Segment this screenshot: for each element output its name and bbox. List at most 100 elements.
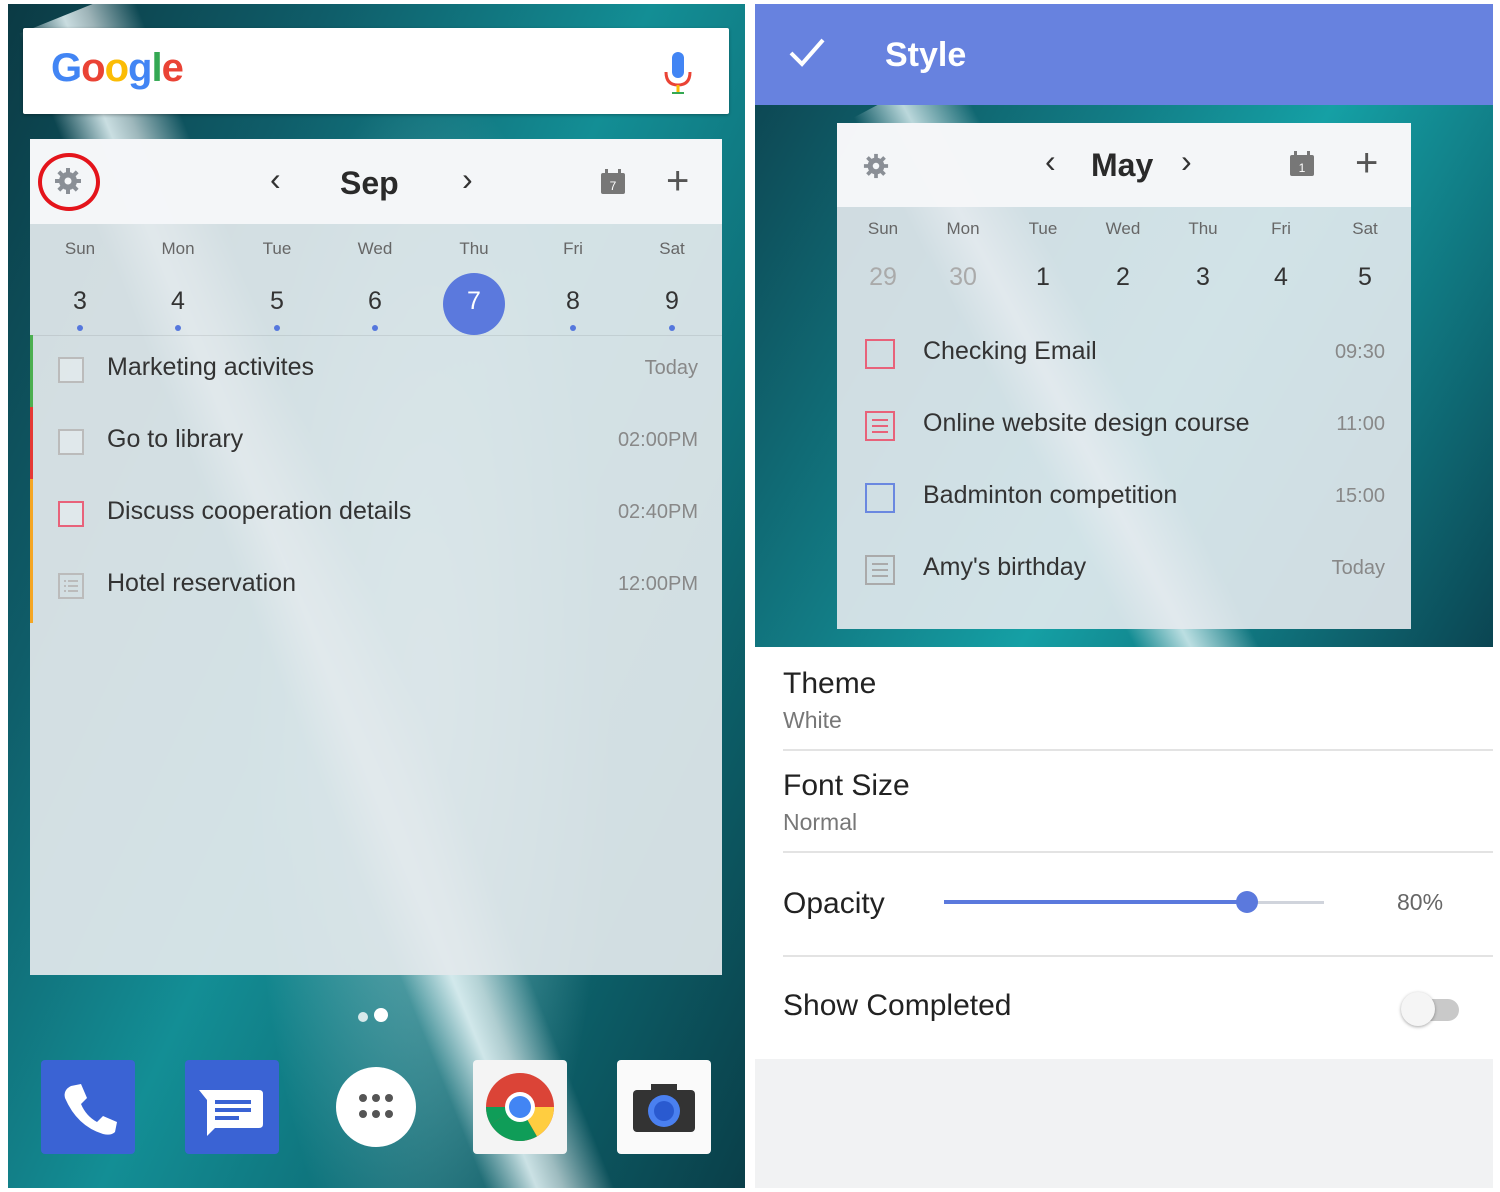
widget-header: ‹ Sep › 7 + bbox=[30, 139, 722, 224]
weekday-label: Sat bbox=[659, 239, 685, 258]
weekday-label: Sat bbox=[1352, 219, 1378, 238]
setting-label: Theme bbox=[783, 667, 877, 700]
task-name: Badminton competition bbox=[923, 481, 1178, 509]
task-item: Online website design course 11:00 bbox=[837, 395, 1411, 467]
google-search-bar[interactable]: Google bbox=[23, 28, 729, 114]
weekday-label: Mon bbox=[161, 239, 195, 258]
chrome-icon[interactable] bbox=[473, 1060, 567, 1154]
divider bbox=[783, 851, 1493, 853]
list-icon bbox=[865, 411, 895, 441]
task-time: 12:00PM bbox=[617, 573, 698, 595]
month-title: Sep bbox=[340, 165, 399, 201]
task-item[interactable]: Hotel reservation 12:00PM bbox=[30, 551, 722, 623]
task-item[interactable]: Go to library 02:00PM bbox=[30, 407, 722, 479]
event-dot bbox=[372, 325, 378, 331]
prev-month-button[interactable]: ‹ bbox=[270, 161, 281, 198]
mic-icon[interactable] bbox=[663, 52, 693, 94]
day-cell[interactable]: 5 bbox=[247, 287, 307, 316]
app-drawer-icon[interactable] bbox=[329, 1060, 423, 1154]
weekday-label: Mon bbox=[946, 219, 980, 238]
opacity-value: 80% bbox=[1397, 889, 1444, 915]
day-cell-selected[interactable]: 7 bbox=[444, 287, 504, 316]
add-task-button: + bbox=[1355, 141, 1379, 185]
settings-list: Theme White Font Size Normal Opacity 80%… bbox=[755, 647, 1493, 1059]
task-name: Amy's birthday bbox=[923, 553, 1087, 581]
google-logo: Google bbox=[51, 46, 184, 90]
day-cell: 29 bbox=[869, 263, 897, 291]
task-item: Badminton competition 15:00 bbox=[837, 467, 1411, 539]
task-checkbox bbox=[865, 483, 895, 513]
setting-label: Font Size bbox=[783, 769, 910, 802]
task-item[interactable]: Discuss cooperation details 02:40PM bbox=[30, 479, 722, 551]
task-checkbox bbox=[865, 339, 895, 369]
task-checkbox[interactable] bbox=[58, 501, 84, 527]
app-bar: Style bbox=[755, 4, 1493, 105]
page-indicator bbox=[358, 1008, 394, 1027]
gear-icon[interactable] bbox=[54, 167, 82, 195]
month-title: May bbox=[1091, 147, 1154, 183]
messages-icon[interactable] bbox=[185, 1060, 279, 1154]
svg-text:1: 1 bbox=[1299, 161, 1306, 175]
task-checkbox[interactable] bbox=[58, 357, 84, 383]
task-name: Discuss cooperation details bbox=[107, 497, 412, 525]
task-time: 15:00 bbox=[1334, 485, 1385, 507]
font-size-setting[interactable]: Font Size Normal bbox=[783, 751, 1493, 853]
task-color-bar bbox=[30, 551, 33, 623]
task-time: 02:00PM bbox=[617, 429, 698, 451]
task-item[interactable]: Marketing activites Today bbox=[30, 335, 722, 407]
task-color-bar bbox=[30, 479, 33, 551]
show-completed-label: Show Completed bbox=[783, 989, 1012, 1022]
weekday-label: Wed bbox=[1105, 219, 1141, 238]
day-cell: 3 bbox=[1196, 263, 1210, 291]
weekday-label: Thu bbox=[1188, 219, 1218, 238]
task-time: 02:40PM bbox=[617, 501, 698, 523]
svg-text:7: 7 bbox=[610, 179, 617, 193]
add-task-button[interactable]: + bbox=[666, 159, 689, 204]
next-month-button[interactable]: › bbox=[462, 161, 473, 198]
check-icon[interactable] bbox=[787, 32, 827, 72]
task-color-bar bbox=[30, 407, 33, 479]
opacity-slider-thumb[interactable] bbox=[1236, 891, 1258, 913]
day-cell: 2 bbox=[1116, 263, 1130, 291]
calendar-widget: ‹ Sep › 7 + Sun Mon Tue Wed Thu Fri Sat … bbox=[30, 139, 722, 975]
calendar-icon[interactable]: 7 bbox=[600, 169, 626, 195]
task-time: 11:00 bbox=[1336, 413, 1385, 435]
day-cell: 4 bbox=[1274, 263, 1288, 291]
day-cell[interactable]: 6 bbox=[345, 287, 405, 316]
next-month-button: › bbox=[1181, 143, 1192, 179]
task-checkbox[interactable] bbox=[58, 429, 84, 455]
task-item: Amy's birthday Today bbox=[837, 539, 1411, 611]
weekday-label: Thu bbox=[459, 239, 489, 258]
widget-preview: ‹ May › 1 + Sun Mon Tue Wed Thu Fri Sat … bbox=[755, 105, 1493, 647]
day-cell[interactable]: 9 bbox=[642, 287, 702, 316]
camera-icon[interactable] bbox=[617, 1060, 711, 1154]
setting-value: White bbox=[783, 707, 842, 733]
opacity-label: Opacity bbox=[783, 887, 885, 920]
weekday-label: Sun bbox=[867, 219, 899, 238]
day-cell[interactable]: 4 bbox=[148, 287, 208, 316]
task-color-bar bbox=[30, 335, 33, 407]
day-cell: 1 bbox=[1036, 263, 1050, 291]
task-time: Today bbox=[644, 357, 698, 379]
task-name: Go to library bbox=[107, 425, 244, 453]
task-name: Marketing activites bbox=[107, 353, 315, 381]
prev-month-button: ‹ bbox=[1045, 143, 1056, 179]
preview-widget: ‹ May › 1 + Sun Mon Tue Wed Thu Fri Sat … bbox=[837, 123, 1411, 629]
toggle-knob[interactable] bbox=[1401, 992, 1435, 1026]
weekday-label: Wed bbox=[357, 239, 393, 258]
gear-icon bbox=[863, 153, 889, 179]
home-screen: Google ‹ Sep › 7 + Sun Mon Tue Wed Thu F… bbox=[8, 4, 745, 1188]
event-dot bbox=[77, 325, 83, 331]
day-cell: 30 bbox=[949, 263, 977, 291]
setting-value: Normal bbox=[783, 809, 858, 835]
divider bbox=[783, 955, 1493, 957]
phone-icon[interactable] bbox=[41, 1060, 135, 1154]
day-cell[interactable]: 8 bbox=[543, 287, 603, 316]
day-cell[interactable]: 3 bbox=[50, 287, 110, 316]
calendar-icon: 1 bbox=[1290, 151, 1314, 176]
event-dot bbox=[274, 325, 280, 331]
widget-header: ‹ May › 1 + bbox=[837, 123, 1411, 207]
task-name: Online website design course bbox=[923, 409, 1250, 437]
list-icon[interactable] bbox=[58, 573, 84, 599]
theme-setting[interactable]: Theme White bbox=[783, 647, 1493, 751]
